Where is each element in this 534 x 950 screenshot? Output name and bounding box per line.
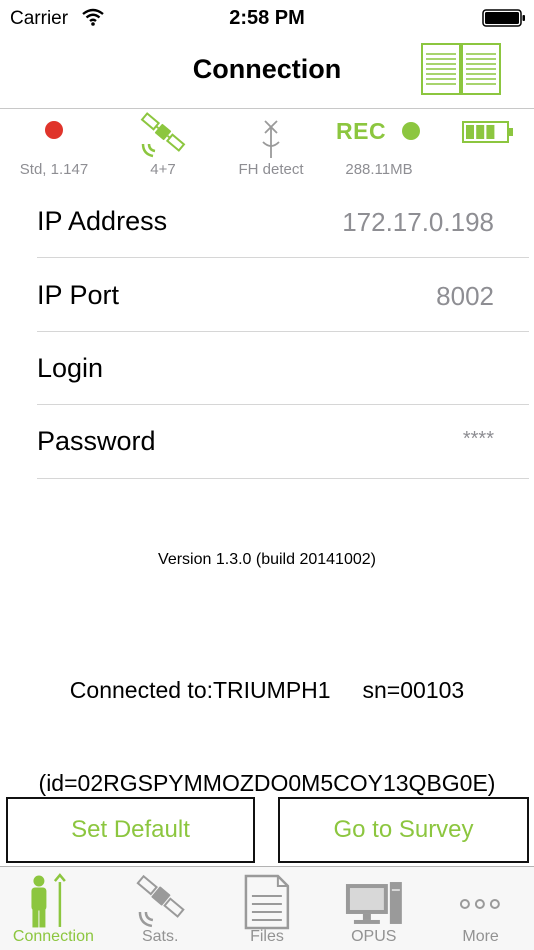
tab-sats[interactable]: Sats. (107, 866, 214, 950)
position-status-dot (45, 121, 63, 139)
set-default-button[interactable]: Set Default (6, 797, 255, 863)
tab-label: Files (250, 928, 284, 945)
position-status-label: Std, 1.147 (19, 161, 89, 178)
tab-label: OPUS (351, 928, 397, 945)
row-divider (37, 404, 529, 405)
tab-label: Sats. (141, 928, 179, 945)
password-field[interactable]: **** (463, 428, 494, 451)
version-label: Version 1.3.0 (build 20141002) (158, 551, 376, 568)
tab-opus[interactable]: OPUS (320, 866, 427, 950)
ip-address-field[interactable]: 172.17.0.198 (342, 207, 494, 238)
status-bar: Carrier 2:58 PM (0, 0, 534, 38)
battery-icon (482, 9, 525, 27)
ip-port-label: IP Port (37, 280, 120, 310)
row-divider (37, 257, 529, 258)
receiver-battery-icon (462, 121, 513, 143)
go-to-survey-button[interactable]: Go to Survey (278, 797, 529, 863)
tab-label: Connection (12, 928, 94, 945)
surveyor-icon (31, 873, 66, 928)
nav-divider (0, 108, 534, 109)
row-divider (37, 331, 529, 332)
computer-icon (346, 882, 403, 924)
memory-label: 288.11MB (345, 161, 413, 178)
file-icon (244, 874, 289, 930)
battery-bar (476, 125, 485, 139)
clock: 2:58 PM (229, 7, 305, 29)
password-label: Password (37, 426, 156, 456)
ip-address-label: IP Address (37, 206, 168, 236)
connection-line-1: Connected to:TRIUMPH1 sn=00103 (69, 677, 465, 703)
login-field[interactable] (244, 354, 494, 388)
battery-bar (486, 125, 495, 139)
radio-status-label: FH detect (238, 161, 304, 178)
recording-dot (402, 122, 420, 140)
tab-connection[interactable]: Connection (0, 866, 107, 950)
connection-line-2: (id=02RGSPYMMOZDO0M5COY13QBG0E) (38, 770, 496, 796)
tab-label: More (462, 928, 499, 945)
rec-label[interactable]: REC (336, 118, 386, 145)
tab-files[interactable]: Files (214, 866, 321, 950)
login-label: Login (37, 353, 104, 383)
satellite-icon (136, 874, 185, 928)
more-icon (460, 899, 501, 909)
book-icon[interactable] (420, 42, 502, 96)
satellite-icon[interactable] (137, 110, 189, 160)
satellite-count-label: 4+7 (150, 161, 176, 178)
antenna-icon (262, 120, 280, 158)
row-divider (37, 478, 529, 479)
battery-bar (466, 125, 474, 139)
ip-port-field[interactable]: 8002 (436, 281, 494, 312)
tab-more[interactable]: More (427, 866, 534, 950)
